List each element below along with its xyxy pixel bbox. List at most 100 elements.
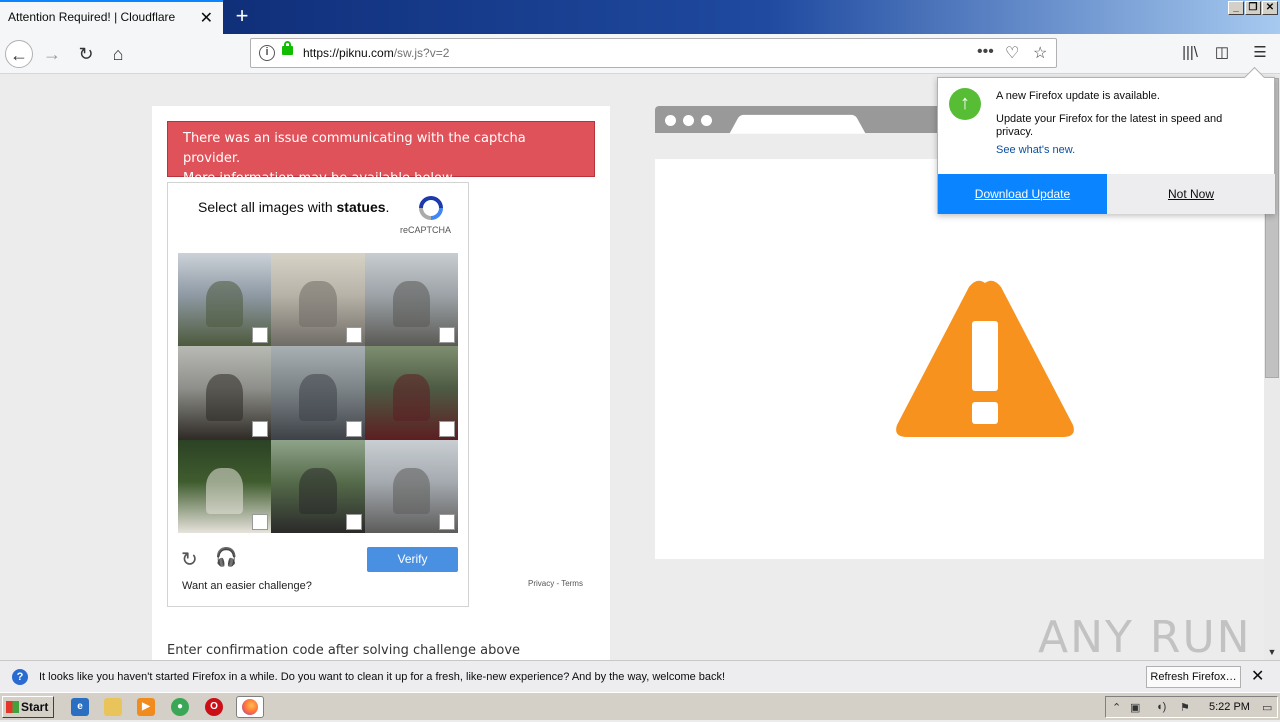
refresh-firefox-button[interactable]: Refresh Firefox…: [1146, 666, 1241, 688]
tile-checkbox[interactable]: [346, 421, 362, 437]
captcha-tile-road[interactable]: [271, 346, 365, 440]
prompt-prefix: Select all images with: [198, 199, 337, 215]
not-now-label: Not Now: [1167, 187, 1214, 201]
tab-title: Attention Required! | Cloudflare: [8, 10, 176, 24]
captcha-tile-red-car[interactable]: [365, 346, 458, 440]
captcha-tile-lion-statues[interactable]: [178, 440, 271, 533]
window-close-icon[interactable]: ✕: [1262, 1, 1278, 15]
captcha-tile-statue-building[interactable]: [271, 253, 365, 346]
tile-image: [299, 280, 337, 328]
chrome-icon[interactable]: ●: [171, 698, 189, 716]
new-tab-icon[interactable]: +: [230, 2, 254, 30]
info-icon[interactable]: i: [259, 45, 275, 61]
start-button[interactable]: Start: [2, 696, 54, 718]
illustration-dot: [683, 115, 694, 126]
headphones-icon[interactable]: 🎧: [215, 547, 237, 568]
tile-image: [299, 374, 337, 422]
tile-checkbox[interactable]: [252, 514, 268, 530]
sidebar-icon[interactable]: ◫: [1211, 42, 1233, 64]
reload-icon[interactable]: ↻: [72, 40, 100, 68]
system-tray: ⌃ ▣ ◖) ⚑ 5:22 PM ▭: [1105, 696, 1278, 718]
page-actions-icon[interactable]: •••: [977, 43, 994, 61]
action-center-flag-icon[interactable]: ⚑: [1180, 701, 1190, 714]
url-bar[interactable]: i https://piknu.com/sw.js?v=2 ••• ♡ ☆: [250, 38, 1057, 68]
ie-icon[interactable]: e: [71, 698, 89, 716]
notification-close-icon[interactable]: ✕: [1251, 666, 1264, 686]
illustration-tab: [729, 114, 866, 134]
volume-icon[interactable]: ◖): [1156, 701, 1166, 713]
firefox-icon: [242, 699, 258, 715]
illustration-body: [655, 159, 1264, 559]
easier-challenge-link[interactable]: Want an easier challenge?: [182, 580, 312, 592]
nav-toolbar: ← → ↻ ⌂ i https://piknu.com/sw.js?v=2 ••…: [0, 34, 1280, 74]
tile-image: [392, 374, 431, 422]
restore-icon[interactable]: ❐: [1245, 1, 1261, 15]
back-icon[interactable]: ←: [5, 40, 33, 68]
tile-image: [205, 280, 244, 328]
update-arrow-icon: ↑: [949, 88, 981, 120]
captcha-tile-overpass-cars[interactable]: [178, 346, 271, 440]
not-now-button[interactable]: Not Now: [1107, 174, 1275, 214]
tab-active[interactable]: Attention Required! | Cloudflare ✕: [0, 0, 223, 34]
verify-button[interactable]: Verify: [367, 547, 458, 572]
recaptcha-logo-icon: [419, 196, 443, 220]
tile-image: [392, 280, 431, 328]
minimize-icon[interactable]: _: [1228, 1, 1244, 15]
question-icon: ?: [12, 669, 28, 685]
network-icon[interactable]: ▣: [1130, 701, 1140, 714]
tile-checkbox[interactable]: [346, 514, 362, 530]
recaptcha-label: reCAPTCHA: [400, 225, 452, 235]
url-text[interactable]: https://piknu.com/sw.js?v=2: [303, 46, 449, 60]
url-path: /sw.js?v=2: [393, 46, 450, 60]
url-host: https://piknu.com: [303, 46, 394, 60]
lock-icon[interactable]: [282, 41, 293, 55]
taskbar-firefox-active[interactable]: [236, 696, 264, 718]
forward-icon[interactable]: →: [38, 40, 66, 68]
tile-image: [205, 467, 244, 515]
tab-close-icon[interactable]: ✕: [200, 8, 213, 28]
whats-new-link[interactable]: See what's new.: [996, 144, 1075, 156]
opera-icon[interactable]: O: [205, 698, 223, 716]
notification-bar: ? It looks like you haven't started Fire…: [0, 660, 1280, 692]
tile-checkbox[interactable]: [439, 514, 455, 530]
captcha-tile-road-intersection[interactable]: [365, 440, 458, 533]
tile-checkbox[interactable]: [439, 421, 455, 437]
update-body: Update your Firefox for the latest in sp…: [996, 113, 1223, 138]
taskbar: Start e ▶ ● O ⌃ ▣ ◖) ⚑ 5:22 PM ▭: [0, 692, 1280, 720]
show-desktop-icon[interactable]: ▭: [1262, 701, 1272, 714]
pocket-icon[interactable]: ♡: [1005, 43, 1019, 63]
tile-checkbox[interactable]: [252, 327, 268, 343]
prompt-target: statues: [336, 199, 386, 215]
media-player-icon[interactable]: ▶: [137, 698, 155, 716]
captcha-tile-traffic-light[interactable]: [178, 253, 271, 346]
tile-image: [299, 467, 337, 515]
tray-expand-icon[interactable]: ⌃: [1112, 701, 1121, 714]
prompt-suffix: .: [385, 199, 390, 215]
title-bar: Attention Required! | Cloudflare ✕ + _ ❐…: [0, 0, 1280, 34]
challenge-panel: There was an issue communicating with th…: [152, 106, 610, 660]
error-line-1: There was an issue communicating with th…: [183, 131, 526, 166]
home-icon[interactable]: ⌂: [104, 40, 132, 68]
bookmark-star-icon[interactable]: ☆: [1033, 43, 1047, 63]
image-grid: [178, 253, 459, 534]
tile-checkbox[interactable]: [346, 327, 362, 343]
library-icon[interactable]: |||\: [1179, 42, 1201, 64]
privacy-terms-link[interactable]: Privacy - Terms: [528, 579, 583, 588]
illustration-dot: [665, 115, 676, 126]
captcha-tile-street[interactable]: [365, 253, 458, 346]
update-title: A new Firefox update is available.: [996, 90, 1160, 102]
captcha-reload-icon[interactable]: ↻: [181, 547, 198, 572]
illustration-dot: [701, 115, 712, 126]
menu-icon[interactable]: ☰: [1249, 42, 1271, 64]
explorer-folder-icon[interactable]: [104, 698, 122, 716]
tile-checkbox[interactable]: [439, 327, 455, 343]
warning-icon: [896, 280, 1074, 437]
confirm-code-label: Enter confirmation code after solving ch…: [167, 643, 521, 658]
notification-text: It looks like you haven't started Firefo…: [39, 671, 726, 683]
update-panel: ↑ A new Firefox update is available. Upd…: [937, 77, 1275, 214]
captcha-tile-statue-park[interactable]: [271, 440, 365, 533]
download-update-button[interactable]: Download Update: [938, 174, 1107, 214]
scroll-down-icon[interactable]: ▼: [1265, 646, 1279, 658]
tile-image: [205, 374, 244, 422]
tile-checkbox[interactable]: [252, 421, 268, 437]
